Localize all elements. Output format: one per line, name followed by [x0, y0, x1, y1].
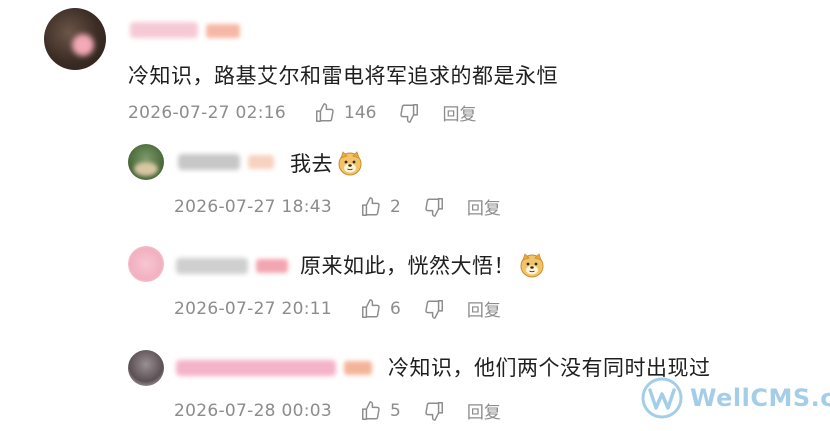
reply-button[interactable]: 回复 [442, 100, 476, 125]
like-count: 146 [344, 102, 377, 123]
username[interactable] [176, 258, 248, 274]
comment-text-content: 我去 [290, 152, 333, 176]
thumb-up-icon [360, 400, 382, 422]
like-button[interactable]: 146 [314, 102, 398, 124]
avatar[interactable] [128, 144, 164, 180]
reply-button[interactable]: 回复 [467, 296, 501, 321]
reply-button[interactable]: 回复 [467, 398, 501, 423]
comment-meta: 2026-07-28 00:03 5 回复 [174, 398, 501, 424]
comment-1: 冷知识，路基艾尔和雷电将军追求的都是永恒 2026-07-27 02:16 14… [0, 0, 830, 130]
user-badge [206, 24, 240, 38]
username[interactable] [130, 22, 198, 38]
doge-emoji-icon [519, 252, 545, 278]
like-button[interactable]: 5 [360, 400, 423, 422]
thumb-up-icon [360, 196, 382, 218]
watermark: WellCMS.cn [640, 376, 830, 420]
wellcms-logo-icon [641, 377, 683, 419]
dislike-button[interactable] [423, 196, 445, 218]
dislike-button[interactable] [423, 298, 445, 320]
comment-3: 原来如此，恍然大悟！ 2026-07-27 20:11 6 回复 [0, 230, 830, 330]
thumb-up-icon [314, 102, 336, 124]
comment-text: 我去 [290, 148, 363, 178]
comment-date: 2026-07-27 02:16 [128, 102, 286, 123]
like-button[interactable]: 6 [360, 298, 423, 320]
comment-text: 原来如此，恍然大悟！ [300, 250, 545, 280]
like-button[interactable]: 2 [360, 196, 423, 218]
like-count: 2 [390, 196, 401, 217]
thumb-down-icon [398, 102, 420, 124]
dislike-button[interactable] [423, 400, 445, 422]
comment-text: 冷知识，路基艾尔和雷电将军追求的都是永恒 [128, 64, 558, 88]
avatar[interactable] [128, 246, 164, 282]
watermark-text: WellCMS.cn [690, 384, 830, 412]
username[interactable] [178, 154, 240, 170]
dislike-button[interactable] [398, 102, 420, 124]
avatar[interactable] [44, 8, 106, 70]
reply-button[interactable]: 回复 [467, 194, 501, 219]
comment-date: 2026-07-27 20:11 [174, 298, 332, 319]
user-badge [344, 361, 372, 375]
comment-meta: 2026-07-27 18:43 2 回复 [174, 194, 501, 220]
comment-meta: 2026-07-27 02:16 146 回复 [128, 100, 476, 126]
thumb-down-icon [423, 400, 445, 422]
comment-date: 2026-07-27 18:43 [174, 196, 332, 217]
comment-date: 2026-07-28 00:03 [174, 400, 332, 421]
comment-2: 我去 2026-07-27 18:43 2 回复 [0, 130, 830, 230]
thumb-down-icon [423, 298, 445, 320]
comment-meta: 2026-07-27 20:11 6 回复 [174, 296, 501, 322]
thumb-up-icon [360, 298, 382, 320]
avatar[interactable] [128, 350, 164, 386]
user-badge [256, 259, 288, 273]
comment-text-content: 原来如此，恍然大悟！ [300, 254, 515, 278]
like-count: 5 [390, 400, 401, 421]
doge-emoji-icon [337, 150, 363, 176]
like-count: 6 [390, 298, 401, 319]
thumb-down-icon [423, 196, 445, 218]
user-badge [248, 155, 274, 169]
username[interactable] [176, 360, 336, 376]
